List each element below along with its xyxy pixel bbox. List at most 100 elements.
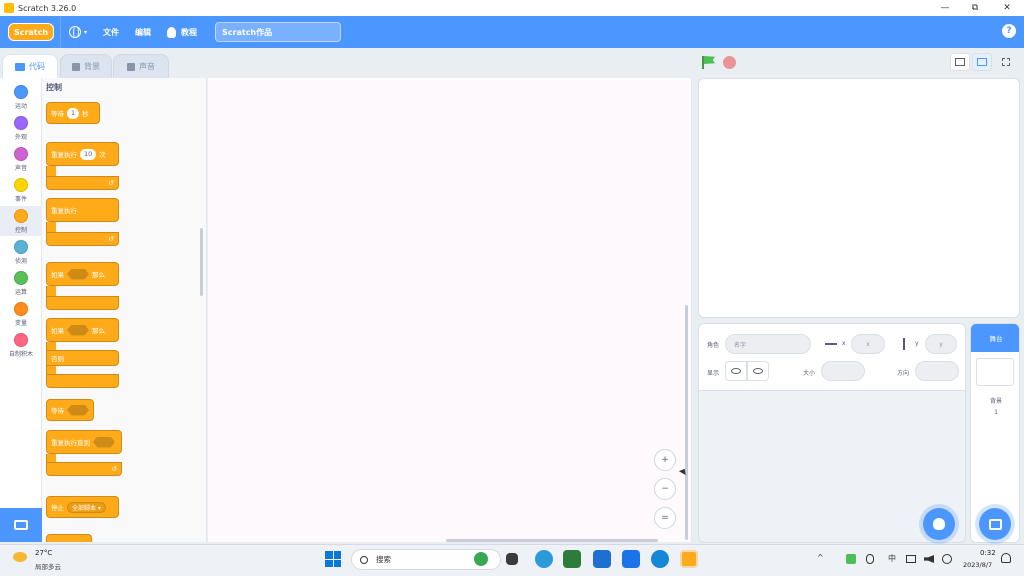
eye-icon [731, 368, 741, 374]
edit-menu[interactable]: 编辑 [127, 16, 159, 48]
input-method-indicator[interactable]: 中 [888, 553, 896, 564]
fullscreen-button[interactable] [996, 53, 1016, 71]
category-label: 运动 [14, 103, 27, 110]
block-if-else[interactable]: 如果 那么 [46, 318, 119, 342]
weather-temperature[interactable]: 27°C [35, 549, 52, 557]
category-label: 控制 [14, 227, 27, 234]
large-stage-button[interactable] [972, 53, 992, 71]
category-sound[interactable]: 声音 [0, 144, 42, 174]
scratch-taskbar-icon[interactable] [680, 550, 698, 568]
microphone-icon[interactable] [866, 554, 874, 564]
block-text: 那么 [92, 271, 105, 279]
network-icon[interactable] [906, 555, 916, 563]
x-input[interactable]: x [851, 334, 885, 354]
green-flag-icon[interactable] [702, 56, 716, 69]
weather-icon[interactable] [13, 552, 27, 562]
sync-icon[interactable] [942, 554, 952, 564]
script-vertical-scrollbar[interactable] [685, 305, 688, 540]
tencent-app-icon[interactable] [622, 550, 640, 568]
palette-scrollbar[interactable] [200, 228, 203, 296]
size-input[interactable] [821, 361, 865, 381]
block-palette: 控制 等待 1 秒 重复执行 10 次 ↺ 重复执行 ↺ 如果 那么 如果 那么… [42, 78, 207, 542]
add-backdrop-button[interactable] [979, 508, 1011, 540]
windows-start-icon[interactable] [325, 551, 341, 567]
category-variables[interactable]: 变量 [0, 299, 42, 329]
block-wait[interactable]: 等待 1 秒 [46, 102, 100, 124]
task-view-icon[interactable] [506, 553, 518, 565]
zoom-in-button[interactable]: + [654, 449, 676, 471]
add-sprite-button[interactable] [923, 508, 955, 540]
block-number-input[interactable]: 1 [67, 107, 80, 119]
scratch-logo[interactable]: Scratch [8, 23, 54, 41]
tab-sounds[interactable]: 声音 [113, 54, 169, 78]
file-menu[interactable]: 文件 [95, 16, 127, 48]
block-repeat[interactable]: 重复执行 10 次 [46, 142, 119, 166]
tab-sounds-label: 声音 [139, 62, 155, 71]
hide-sprite-button[interactable] [747, 361, 769, 381]
weather-description[interactable]: 局部多云 [35, 561, 61, 571]
boolean-slot[interactable] [93, 436, 115, 448]
add-extension-button[interactable] [0, 508, 42, 542]
show-sprite-button[interactable] [725, 361, 747, 381]
category-motion[interactable]: 运动 [0, 82, 42, 112]
block-c-arm [46, 286, 56, 296]
editor-tabs: 代码 背景 声音 [0, 48, 700, 78]
script-horizontal-scrollbar[interactable] [446, 539, 658, 542]
boolean-slot[interactable] [67, 404, 89, 416]
block-number-input[interactable]: 10 [80, 148, 97, 160]
small-stage-icon [955, 58, 965, 66]
block-repeat-until[interactable]: 重复执行直到 [46, 430, 122, 454]
category-looks[interactable]: 外观 [0, 113, 42, 143]
category-operators[interactable]: 运算 [0, 268, 42, 298]
category-label: 外观 [14, 134, 27, 141]
category-dot [14, 116, 28, 130]
tab-backdrops[interactable]: 背景 [60, 54, 112, 78]
category-my-blocks[interactable]: 自制积木 [0, 330, 42, 360]
eye-closed-icon [753, 368, 763, 374]
block-wait-until[interactable]: 等待 [46, 399, 94, 421]
direction-input[interactable] [915, 361, 959, 381]
category-dot [14, 271, 28, 285]
backdrops-count: 1 [994, 409, 998, 416]
tutorials-menu[interactable]: 教程 [159, 16, 205, 48]
store-app-icon[interactable] [563, 550, 581, 568]
language-menu[interactable]: ▾ [61, 16, 95, 48]
clock-date[interactable]: 2023/8/7 [963, 561, 992, 569]
sprite-name-input[interactable]: 名字 [725, 334, 811, 354]
small-stage-button[interactable] [950, 53, 970, 71]
stop-option-dropdown[interactable]: 全部脚本 ▾ [67, 501, 106, 513]
block-stop[interactable]: 停止 全部脚本 ▾ [46, 496, 119, 518]
block-forever[interactable]: 重复执行 [46, 198, 119, 222]
stop-icon[interactable] [723, 56, 736, 69]
y-input[interactable]: y [925, 334, 957, 354]
mail-app-icon[interactable] [593, 550, 611, 568]
block-c-arm [46, 222, 56, 232]
notification-bell-icon[interactable] [1001, 553, 1011, 563]
block-text: 否则 [51, 355, 64, 363]
sprite-label: 角色 [707, 342, 720, 349]
edge-browser-icon[interactable] [535, 550, 553, 568]
tray-app-icon[interactable] [846, 554, 856, 564]
help-icon[interactable]: ? [1002, 24, 1016, 38]
close-button[interactable]: ✕ [992, 0, 1022, 16]
block-if-then[interactable]: 如果 那么 [46, 262, 119, 286]
browser-app-icon[interactable] [651, 550, 669, 568]
zoom-out-button[interactable]: − [654, 478, 676, 500]
minimize-button[interactable]: — [930, 0, 960, 16]
clock-time[interactable]: 0:32 [980, 549, 996, 557]
block-partial[interactable] [46, 534, 92, 542]
category-sensing[interactable]: 侦测 [0, 237, 42, 267]
category-events[interactable]: 事件 [0, 175, 42, 205]
block-c-arm [46, 454, 56, 462]
boolean-slot[interactable] [67, 268, 89, 280]
tab-code[interactable]: 代码 [2, 54, 58, 78]
project-title-input[interactable]: Scratch作品 [215, 22, 342, 42]
stage-canvas[interactable] [698, 78, 1020, 318]
script-area[interactable] [208, 78, 692, 542]
zoom-reset-button[interactable]: = [654, 507, 676, 529]
block-text: 次 [99, 151, 106, 159]
maximize-button[interactable]: ⧉ [960, 0, 990, 16]
boolean-slot[interactable] [67, 324, 89, 336]
category-control[interactable]: 控制 [0, 206, 42, 236]
tray-overflow-icon[interactable]: ^ [817, 553, 824, 562]
